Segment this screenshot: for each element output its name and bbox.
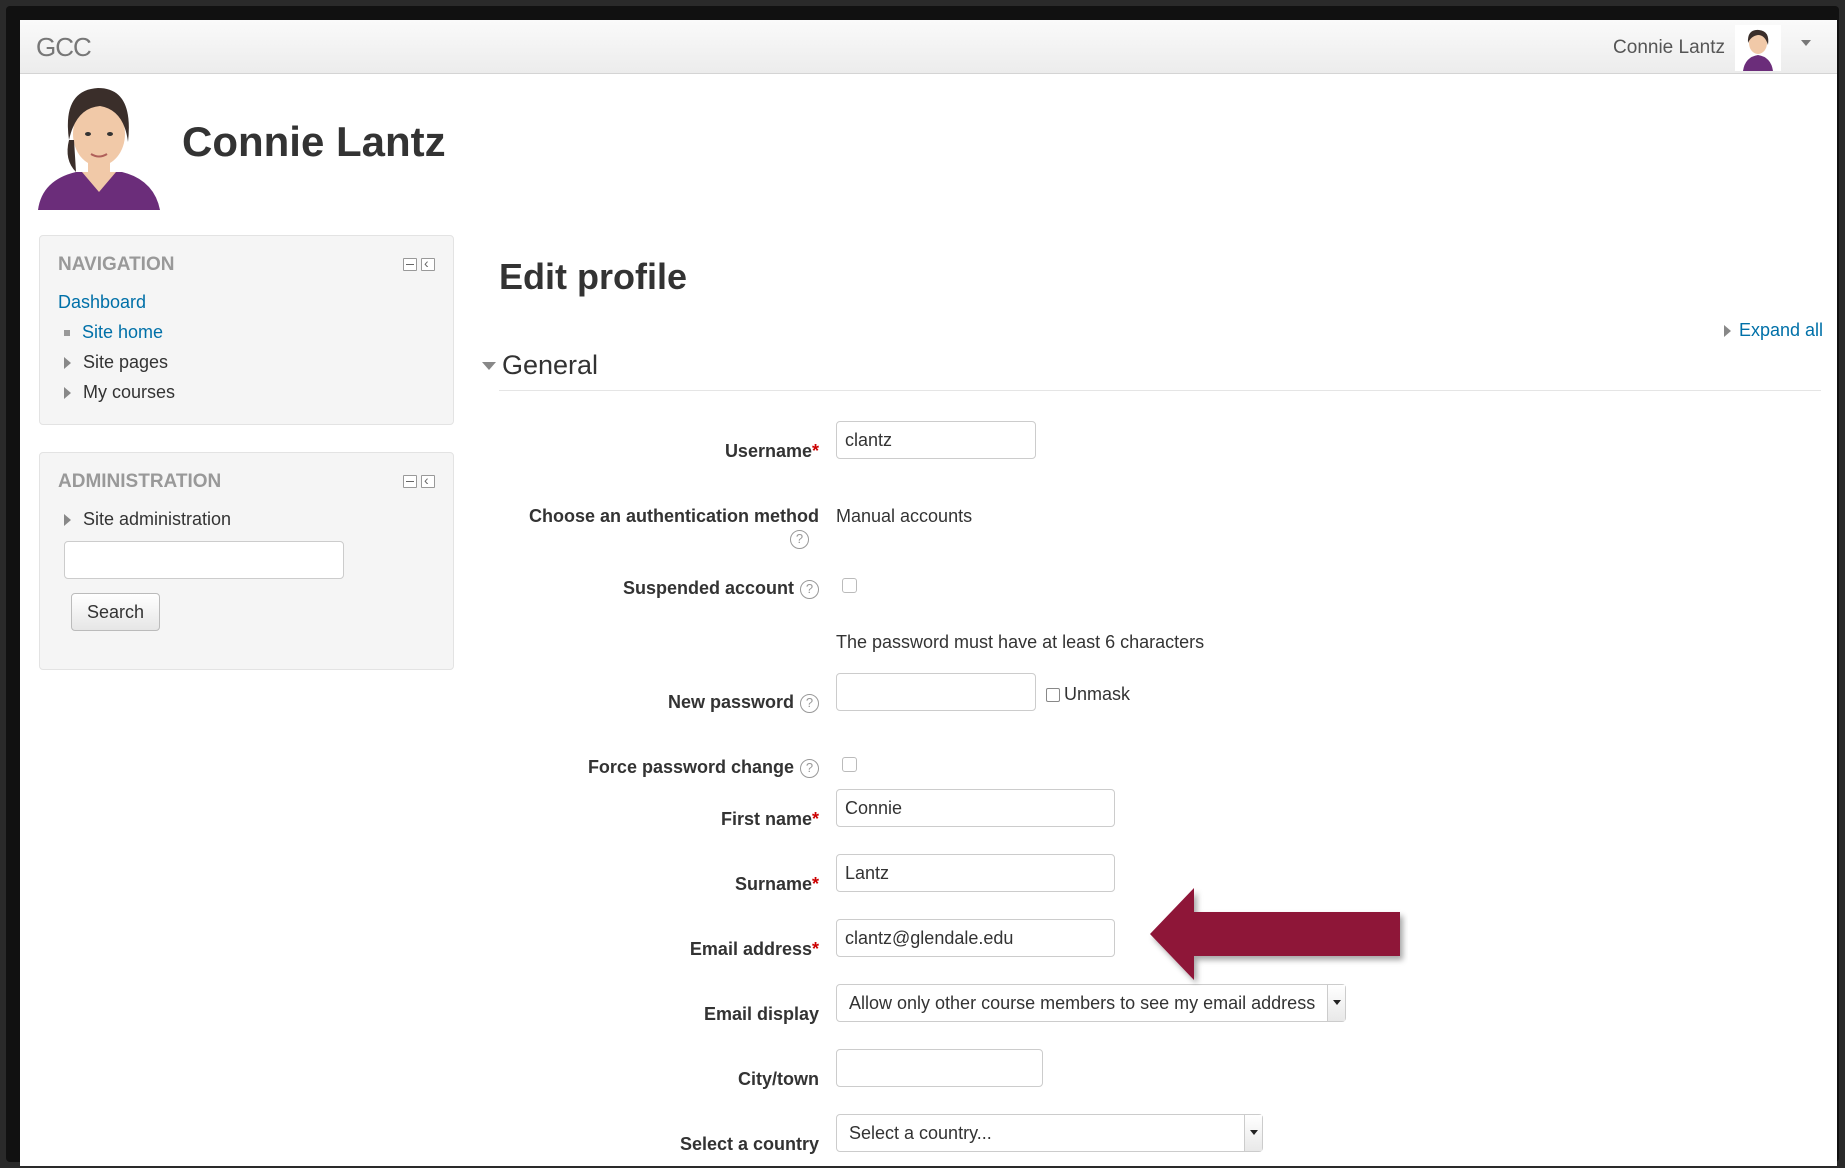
- city-label: City/town: [738, 1069, 819, 1089]
- administration-block: ADMINISTRATION Site administration Searc…: [39, 452, 454, 670]
- surname-input[interactable]: [836, 854, 1115, 892]
- email-label-text: Email address: [689, 939, 812, 959]
- required-mark: *: [811, 809, 819, 829]
- navigation-block-title: NAVIGATION: [58, 254, 175, 275]
- dock-block-icon[interactable]: [421, 255, 435, 271]
- user-avatar-icon[interactable]: [1735, 25, 1781, 71]
- nav-item-my-courses[interactable]: My courses: [64, 382, 175, 403]
- required-mark: *: [811, 874, 819, 894]
- new-password-label: New password?: [668, 692, 819, 713]
- required-mark: *: [811, 441, 819, 461]
- select-arrow-icon[interactable]: [1327, 985, 1345, 1021]
- auth-method-label: Choose an authentication method: [528, 506, 819, 526]
- annotation-arrow-icon: [1150, 888, 1400, 980]
- country-selected: Select a country...: [849, 1122, 992, 1143]
- nav-item-site-home-label[interactable]: Site home: [82, 322, 163, 343]
- username-label: Username*: [725, 441, 819, 462]
- firstname-label-text: First name: [720, 809, 812, 829]
- nav-item-site-pages[interactable]: Site pages: [64, 352, 168, 373]
- suspended-account-checkbox[interactable]: [842, 578, 857, 593]
- surname-label-text: Surname: [734, 874, 812, 894]
- nav-item-site-pages-label[interactable]: Site pages: [83, 352, 168, 373]
- expand-all-label[interactable]: Expand all: [1739, 320, 1823, 341]
- suspended-account-label: Suspended account?: [623, 578, 819, 599]
- email-label: Email address*: [690, 939, 819, 960]
- expand-all-link[interactable]: Expand all: [1723, 320, 1823, 341]
- section-general-header[interactable]: General: [482, 350, 598, 381]
- page-heading-user-name: Connie Lantz: [182, 118, 446, 165]
- top-navbar: GCC Connie Lantz: [20, 20, 1837, 74]
- email-input[interactable]: [836, 919, 1115, 957]
- select-arrow-icon[interactable]: [1244, 1115, 1262, 1151]
- site-brand[interactable]: GCC: [36, 32, 92, 63]
- browser-viewport: GCC Connie Lantz Connie Lantz NAVIGATION: [20, 20, 1837, 1166]
- administration-block-controls: [403, 472, 435, 488]
- password-policy-note: The password must have at least 6 charac…: [836, 632, 1205, 652]
- username-input[interactable]: [836, 421, 1036, 459]
- auth-method-value: Manual accounts: [836, 506, 973, 526]
- help-question-icon[interactable]: ?: [800, 758, 819, 778]
- suspended-account-label-text: Suspended account: [622, 578, 794, 598]
- email-display-select[interactable]: Allow only other course members to see m…: [836, 984, 1346, 1022]
- admin-item-site-administration-label[interactable]: Site administration: [83, 509, 231, 530]
- required-mark: *: [811, 939, 819, 959]
- admin-search-input[interactable]: [64, 541, 344, 579]
- user-menu-caret-icon[interactable]: [1801, 40, 1811, 46]
- city-input[interactable]: [836, 1049, 1043, 1087]
- new-password-input[interactable]: [836, 673, 1036, 711]
- section-divider: [499, 390, 1821, 391]
- username-label-text: Username: [724, 441, 812, 461]
- surname-label: Surname*: [735, 874, 819, 895]
- new-password-label-text: New password: [667, 692, 794, 712]
- bullet-square-icon: [64, 329, 70, 336]
- help-question-icon[interactable]: ?: [790, 530, 809, 549]
- unmask-label[interactable]: Unmask: [1064, 684, 1130, 705]
- minimize-block-icon[interactable]: [403, 475, 417, 488]
- unmask-toggle[interactable]: Unmask: [1046, 684, 1130, 705]
- expand-triangle-icon[interactable]: [1723, 324, 1731, 337]
- section-general-title[interactable]: General: [502, 350, 598, 381]
- navigation-block: NAVIGATION Dashboard Site home Site page…: [39, 235, 454, 425]
- force-password-change-label-text: Force password change: [587, 757, 794, 777]
- profile-avatar: [36, 80, 162, 210]
- main-title: Edit profile: [499, 256, 687, 297]
- collapse-triangle-icon[interactable]: [482, 361, 496, 370]
- nav-item-site-home[interactable]: Site home: [64, 322, 163, 343]
- expand-triangle-icon[interactable]: [64, 356, 71, 369]
- help-question-icon[interactable]: ?: [800, 693, 819, 713]
- admin-item-site-administration[interactable]: Site administration: [64, 509, 231, 530]
- email-display-selected: Allow only other course members to see m…: [849, 992, 1316, 1013]
- dock-block-icon[interactable]: [421, 472, 435, 488]
- minimize-block-icon[interactable]: [403, 258, 417, 271]
- unmask-checkbox[interactable]: [1046, 687, 1060, 702]
- country-select[interactable]: Select a country...: [836, 1114, 1263, 1152]
- administration-block-title: ADMINISTRATION: [58, 471, 222, 492]
- email-display-label: Email display: [703, 1004, 819, 1024]
- expand-triangle-icon[interactable]: [64, 386, 71, 399]
- expand-triangle-icon[interactable]: [64, 513, 71, 526]
- user-menu-name[interactable]: Connie Lantz: [1613, 37, 1725, 59]
- help-question-icon[interactable]: ?: [800, 579, 819, 599]
- firstname-input[interactable]: [836, 789, 1115, 827]
- firstname-label: First name*: [721, 809, 819, 830]
- nav-dashboard-link[interactable]: Dashboard: [58, 292, 146, 313]
- nav-item-my-courses-label[interactable]: My courses: [83, 382, 175, 403]
- navigation-block-controls: [403, 255, 435, 271]
- country-label: Select a country: [679, 1134, 819, 1154]
- force-password-change-checkbox[interactable]: [842, 757, 857, 772]
- window-frame: GCC Connie Lantz Connie Lantz NAVIGATION: [6, 6, 1839, 1166]
- force-password-change-label: Force password change?: [588, 757, 819, 778]
- admin-search-button[interactable]: Search: [71, 593, 160, 631]
- user-menu[interactable]: Connie Lantz: [1613, 25, 1811, 71]
